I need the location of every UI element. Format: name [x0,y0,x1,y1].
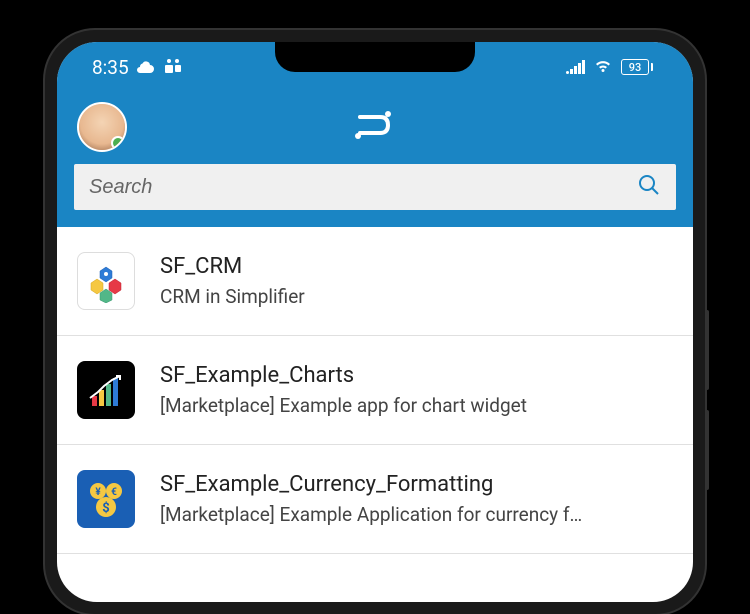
phone-side-button [705,310,709,390]
list-item-content: SF_CRM CRM in Simplifier [160,254,673,308]
presence-dot [111,136,125,150]
phone-frame: 8:35 [45,30,705,614]
list-item-title: SF_CRM [160,254,673,279]
search-input[interactable] [89,176,637,199]
wifi-icon [593,56,613,79]
list-item[interactable]: ¥ € $ SF_Example_Currency_Formatting [Ma… [57,445,693,554]
list-item-subtitle: [Marketplace] Example app for chart widg… [160,394,673,417]
list-item-subtitle: [Marketplace] Example Application for cu… [160,503,673,526]
cloud-icon [137,56,155,79]
cellular-signal-icon [566,60,585,74]
app-icon-charts [77,361,135,419]
avatar[interactable] [77,102,127,152]
status-bar-left: 8:35 [92,56,183,79]
list-item[interactable]: SF_CRM CRM in Simplifier [57,227,693,336]
list-item-title: SF_Example_Currency_Formatting [160,472,673,497]
list-item-content: SF_Example_Currency_Formatting [Marketpl… [160,472,673,526]
battery-level: 93 [621,59,649,75]
app-list: SF_CRM CRM in Simplifier SF_E [57,227,693,554]
app-logo-icon [350,105,400,149]
phone-side-button-2 [705,410,709,490]
app-icon-crm [77,252,135,310]
search-container [57,162,693,227]
svg-text:¥: ¥ [95,487,101,498]
list-item-content: SF_Example_Charts [Marketplace] Example … [160,363,673,417]
status-bar-right: 93 [566,56,653,79]
app-icon-currency: ¥ € $ [77,470,135,528]
phone-notch [275,42,475,72]
app-header [57,92,693,162]
teams-icon [163,56,183,79]
svg-text:$: $ [102,501,109,516]
svg-text:€: € [111,487,117,498]
search-bar[interactable] [72,162,678,212]
search-icon[interactable] [637,173,661,201]
screen: 8:35 [57,42,693,602]
battery-icon: 93 [621,59,653,75]
list-item-title: SF_Example_Charts [160,363,673,388]
list-item[interactable]: SF_Example_Charts [Marketplace] Example … [57,336,693,445]
list-item-subtitle: CRM in Simplifier [160,285,673,308]
status-time: 8:35 [92,56,129,79]
